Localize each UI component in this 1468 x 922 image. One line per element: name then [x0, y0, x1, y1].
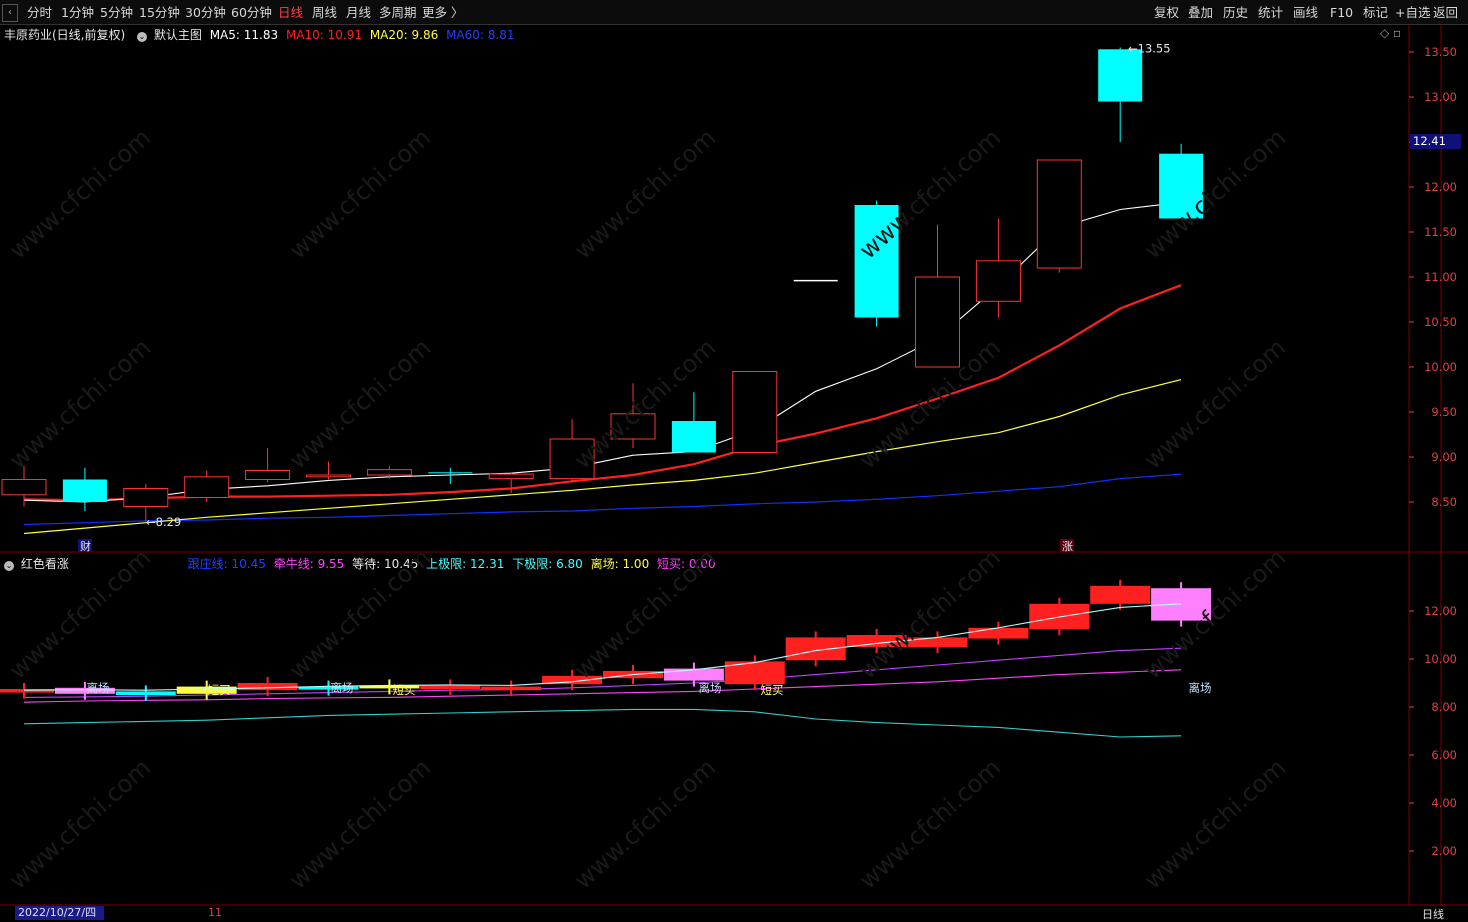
indicator-name[interactable]: 红色看涨: [21, 557, 69, 571]
main-axis-label: 10.00: [1424, 360, 1457, 374]
sub-axis-label: 10.00: [1424, 652, 1457, 666]
cai-marker: 财: [80, 539, 91, 553]
zhang-marker: 涨: [1062, 540, 1073, 553]
stock-title: 丰原药业(日线,前复权): [4, 28, 126, 42]
candle-body-up: [488, 473, 534, 480]
cursor-date: 2022/10/27/四: [15, 906, 104, 920]
sub-axis-label: 6.00: [1431, 748, 1457, 762]
main-axis-label: 11.50: [1424, 225, 1457, 239]
candle-body-up: [732, 371, 778, 453]
sub-axis-label: 2.00: [1431, 844, 1457, 858]
candle-body-up: [123, 488, 169, 507]
candle-body-up: [1, 479, 47, 496]
ma10-value: MA10: 10.91: [285, 28, 362, 42]
main-axis-label: 12.00: [1424, 180, 1457, 194]
main-axis-label: 11.00: [1424, 270, 1457, 284]
signal-label-lichang: 离场: [87, 681, 110, 695]
signal-label-lichang: 离场: [1189, 681, 1212, 695]
last-price-tag: 12.41: [1410, 134, 1461, 149]
candle-body-up: [975, 260, 1021, 302]
candle-body-down: [1098, 49, 1143, 102]
candle-body-down: [62, 479, 107, 502]
main-chart-header: 丰原药业(日线,前复权) ⌄ 默认主图 MA5: 11.83 MA10: 10.…: [4, 26, 514, 43]
signal-label-lichang: 离场: [331, 681, 354, 695]
candle-body-up: [306, 474, 351, 478]
high-annotation: ←13.55: [1128, 42, 1171, 56]
month-mark: 11: [208, 906, 222, 919]
ma5-value: MA5: 11.83: [209, 28, 279, 42]
main-axis-label: 8.50: [1431, 495, 1457, 509]
candle-body-down: [671, 421, 716, 453]
qianniu-value: 牵牛线: 9.55: [273, 557, 345, 571]
indicator-dropdown-icon[interactable]: ⌄: [4, 561, 14, 571]
sub-axis-label: 4.00: [1431, 796, 1457, 810]
sub-axis-label: 8.00: [1431, 700, 1457, 714]
signal-label-duanmai: 短买: [761, 683, 784, 697]
low-annotation: ←8.29: [146, 515, 181, 529]
main-axis-label: 13.50: [1424, 45, 1457, 59]
shangjixian-value: 上极限: 12.31: [426, 557, 505, 571]
genzhuang-value: 跟庄线: 10.45: [187, 557, 266, 571]
xiajixian-line: [23, 708, 1182, 738]
candle-body-up: [915, 276, 960, 368]
period-label: 日线: [1422, 908, 1444, 921]
main-chart-tools[interactable]: ◇ ▫: [1380, 26, 1401, 40]
main-axis-label: 10.50: [1424, 315, 1457, 329]
candle-body-up: [366, 469, 412, 476]
candle-body-down: [428, 472, 473, 474]
main-axis-label: 13.00: [1424, 90, 1457, 104]
shangjixian-line: [23, 669, 1182, 703]
signal-label-duanmai: 短买: [393, 683, 416, 697]
xiajixian-value: 下极限: 6.80: [512, 557, 583, 571]
template-dropdown-icon[interactable]: ⌄: [137, 32, 148, 42]
ma60-value: MA60: 8.81: [446, 28, 515, 42]
candle-body-up: [1036, 159, 1082, 269]
candle-body-up: [245, 470, 291, 480]
lichang-value: 离场: 1.00: [590, 557, 650, 571]
template-label[interactable]: 默认主图: [154, 28, 202, 42]
main-axis-label: 9.00: [1431, 450, 1457, 464]
sub-axis-label: 12.00: [1424, 604, 1457, 618]
signal-label-lichang: 离场: [699, 681, 722, 695]
ma20-value: MA20: 9.86: [369, 28, 439, 42]
candle-body-up: [184, 476, 230, 498]
main-axis-label: 9.50: [1431, 405, 1457, 419]
signal-label-duanmai: 短买: [208, 683, 231, 697]
ma10-line: [23, 284, 1182, 502]
